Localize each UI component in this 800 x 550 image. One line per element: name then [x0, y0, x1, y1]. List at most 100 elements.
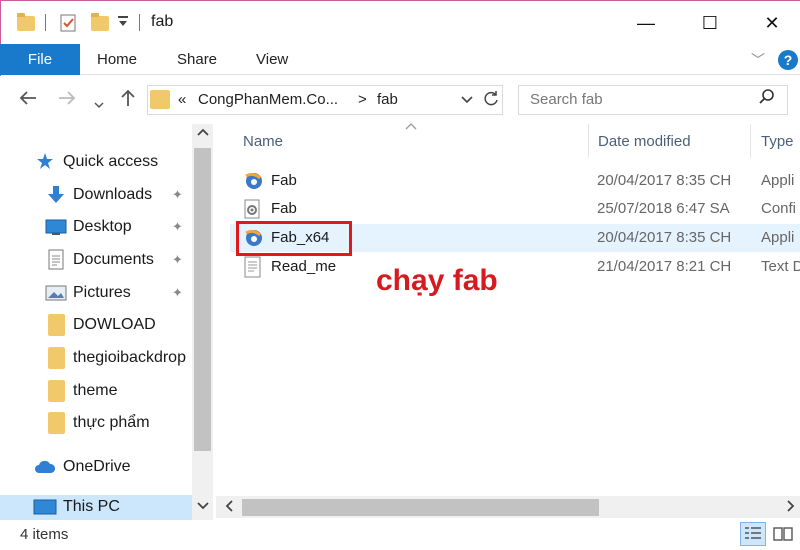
column-divider[interactable]	[588, 124, 589, 158]
file-date: 25/07/2018 6:47 SA	[597, 200, 730, 217]
file-type: Text D	[761, 258, 800, 275]
cloud-icon	[34, 459, 56, 480]
breadcrumb-item[interactable]: fab	[377, 91, 398, 108]
toolbar-separator	[139, 14, 140, 31]
scroll-up-icon[interactable]	[196, 126, 210, 141]
breadcrumb-separator[interactable]: >	[358, 91, 367, 108]
item-count: 4 items	[20, 526, 69, 543]
maximize-button[interactable]: ☐	[687, 1, 733, 45]
sidebar-item-label: theme	[73, 382, 118, 399]
sidebar-item-thegioibackdrop[interactable]: thegioibackdrop	[0, 343, 192, 373]
sidebar-item-label: DOWLOAD	[73, 316, 156, 333]
column-header-row	[216, 124, 800, 160]
folder-icon	[48, 347, 65, 369]
expand-ribbon-icon[interactable]: ﹀	[751, 50, 765, 70]
sidebar-item-label: Documents	[73, 251, 154, 268]
search-placeholder: Search fab	[530, 91, 603, 108]
documents-icon	[47, 249, 65, 275]
sidebar-item-pictures[interactable]: Pictures ✦	[0, 278, 192, 308]
scroll-right-icon[interactable]	[786, 499, 796, 516]
tab-home[interactable]: Home	[97, 44, 137, 75]
sidebar-item-label: Desktop	[73, 218, 132, 235]
title-bar[interactable]: fab — ☐ ✕	[0, 0, 800, 44]
details-view-button[interactable]	[740, 522, 766, 546]
sort-ascending-icon	[405, 118, 417, 133]
refresh-icon[interactable]	[482, 90, 500, 112]
tab-file[interactable]: File	[0, 44, 80, 75]
scroll-down-icon[interactable]	[196, 500, 210, 515]
properties-icon[interactable]	[58, 13, 78, 37]
window-title: fab	[151, 13, 174, 30]
column-header-name[interactable]: Name	[243, 133, 283, 150]
scroll-left-icon[interactable]	[224, 499, 234, 516]
folder-icon	[150, 90, 170, 109]
sidebar-item-thuc-pham[interactable]: thực phẩm	[0, 408, 192, 438]
sidebar-item-label: thegioibackdrop	[73, 349, 186, 366]
sidebar-item-downloads[interactable]: Downloads ✦	[0, 180, 192, 210]
pin-icon: ✦	[172, 252, 183, 267]
folder-icon	[17, 13, 35, 31]
nav-scrollbar-thumb[interactable]	[194, 148, 211, 451]
column-header-type[interactable]: Type	[761, 133, 794, 150]
sidebar-item-label: thực phẩm	[73, 414, 150, 431]
application-icon	[242, 170, 264, 192]
large-icons-view-button[interactable]	[770, 522, 796, 546]
sidebar-item-theme[interactable]: theme	[0, 376, 192, 406]
file-row[interactable]: Fab 25/07/2018 6:47 SA Confi	[230, 195, 800, 223]
tab-share[interactable]: Share	[177, 44, 217, 75]
sidebar-item-dowload[interactable]: DOWLOAD	[0, 310, 192, 340]
pin-icon: ✦	[172, 285, 183, 300]
folder-icon	[48, 314, 65, 336]
sidebar-item-documents[interactable]: Documents ✦	[0, 245, 192, 275]
close-button[interactable]: ✕	[749, 1, 795, 45]
text-file-icon	[242, 256, 264, 278]
customize-quick-access-icon[interactable]	[117, 15, 129, 33]
back-arrow-icon[interactable]	[18, 88, 38, 114]
folder-icon	[48, 380, 65, 402]
new-folder-icon[interactable]	[91, 13, 109, 31]
status-bar	[0, 520, 800, 550]
ribbon: File Home Share View ﹀ ?	[0, 44, 800, 75]
file-type: Confi	[761, 200, 797, 217]
address-dropdown-chevron-icon[interactable]	[460, 93, 474, 110]
pin-icon: ✦	[172, 187, 183, 202]
sidebar-item-this-pc[interactable]: This PC	[0, 495, 192, 520]
sidebar-item-desktop[interactable]: Desktop ✦	[0, 212, 192, 242]
forward-arrow-icon[interactable]	[57, 88, 77, 114]
horizontal-scrollbar-thumb[interactable]	[242, 499, 599, 516]
up-arrow-icon[interactable]	[118, 88, 138, 114]
star-icon	[36, 152, 54, 175]
column-divider[interactable]	[750, 124, 751, 158]
download-arrow-icon	[46, 185, 66, 210]
sidebar-item-onedrive[interactable]: OneDrive	[0, 452, 192, 482]
breadcrumb-item[interactable]: CongPhanMem.Co...	[198, 91, 338, 108]
sidebar-item-quick-access[interactable]: Quick access	[0, 147, 192, 177]
pin-icon: ✦	[172, 219, 183, 234]
sidebar-item-label: OneDrive	[63, 458, 131, 475]
file-type: Appli	[761, 172, 795, 189]
desktop-icon	[45, 218, 67, 241]
tab-view[interactable]: View	[256, 44, 288, 75]
file-name: Fab	[271, 172, 297, 189]
toolbar-separator	[45, 14, 46, 31]
column-header-date[interactable]: Date modified	[598, 133, 691, 150]
pictures-icon	[45, 284, 67, 307]
file-type: Appli	[761, 229, 795, 246]
file-row[interactable]: Read_me 21/04/2017 8:21 CH Text D	[230, 253, 800, 281]
sidebar-item-label: This PC	[63, 498, 120, 515]
config-file-icon	[242, 198, 264, 220]
breadcrumb-overflow[interactable]: «	[178, 91, 186, 108]
help-icon[interactable]: ?	[778, 50, 798, 70]
file-date: 21/04/2017 8:21 CH	[597, 258, 732, 275]
sidebar-item-label: Quick access	[63, 153, 159, 170]
annotation-label: chạy fab	[376, 264, 498, 297]
recent-locations-chevron-icon[interactable]	[93, 91, 105, 117]
computer-icon	[33, 498, 57, 520]
search-icon[interactable]	[758, 88, 776, 111]
sidebar-item-label: Downloads	[73, 186, 153, 203]
sidebar-item-label: Pictures	[73, 284, 131, 301]
file-row[interactable]: Fab 20/04/2017 8:35 CH Appli	[230, 167, 800, 195]
minimize-button[interactable]: —	[623, 1, 669, 45]
file-name: Fab	[271, 200, 297, 217]
file-date: 20/04/2017 8:35 CH	[597, 172, 732, 189]
